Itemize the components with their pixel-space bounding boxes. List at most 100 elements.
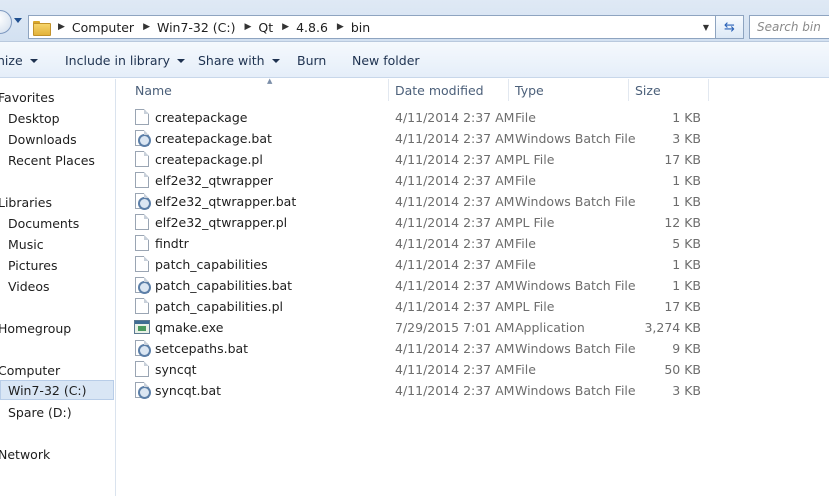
sort-ascending-icon: ▲ xyxy=(267,77,273,85)
file-date: 4/11/2014 2:37 AM xyxy=(395,236,515,251)
table-row[interactable]: patch_capabilities 4/11/2014 2:37 AM File 1… xyxy=(117,254,829,275)
address-bar[interactable]: ▶ Computer ▶ Win7-32 (C:) ▶ Qt ▶ 4.8.6 ▶… xyxy=(28,15,716,39)
share-with-button[interactable]: Share with xyxy=(198,53,280,68)
file-name: elf2e32_qtwrapper.pl xyxy=(155,215,288,230)
file-size: 17 KB xyxy=(664,299,701,314)
file-date: 4/11/2014 2:37 AM xyxy=(395,110,515,125)
file-icon xyxy=(135,214,149,230)
chevron-right-icon[interactable]: ▶ xyxy=(245,22,252,32)
chevron-right-icon[interactable]: ▶ xyxy=(337,22,344,32)
table-row[interactable]: patch_capabilities.bat 4/11/2014 2:37 AM W… xyxy=(117,275,829,296)
application-icon xyxy=(134,320,150,334)
batch-file-icon xyxy=(135,382,151,399)
table-row[interactable]: syncqt.bat 4/11/2014 2:37 AM Windows Batch… xyxy=(117,380,829,401)
burn-button[interactable]: Burn xyxy=(297,53,326,68)
table-row[interactable]: elf2e32_qtwrapper.bat 4/11/2014 2:37 AM Wi… xyxy=(117,191,829,212)
table-row[interactable]: createpackage 4/11/2014 2:37 AM File 1 KB xyxy=(117,107,829,128)
file-date: 4/11/2014 2:37 AM xyxy=(395,341,515,356)
address-history-dropdown-icon[interactable]: ▼ xyxy=(703,23,709,32)
nav-recent-places[interactable]: Recent Places xyxy=(8,150,95,170)
navigation-pane: Favorites Desktop Downloads Recent Place… xyxy=(0,79,116,496)
file-icon xyxy=(135,172,149,188)
file-date: 4/11/2014 2:37 AM xyxy=(395,278,515,293)
refresh-button[interactable]: ⇆ xyxy=(716,15,744,39)
command-bar: nize Include in library Share with Burn … xyxy=(0,42,829,78)
breadcrumb-computer[interactable]: Computer xyxy=(72,20,134,35)
file-size: 3 KB xyxy=(672,383,701,398)
file-date: 4/11/2014 2:37 AM xyxy=(395,362,515,377)
nav-favorites[interactable]: Favorites xyxy=(0,87,54,107)
file-type: File xyxy=(515,110,536,125)
nav-pictures[interactable]: Pictures xyxy=(8,255,58,275)
file-name: setcepaths.bat xyxy=(155,341,249,356)
table-row[interactable]: findtr 4/11/2014 2:37 AM File 5 KB xyxy=(117,233,829,254)
file-date: 4/11/2014 2:37 AM xyxy=(395,194,515,209)
chevron-right-icon[interactable]: ▶ xyxy=(58,22,65,32)
nav-documents[interactable]: Documents xyxy=(8,213,79,233)
file-icon xyxy=(135,361,149,377)
file-name: syncqt.bat xyxy=(155,383,222,398)
table-row[interactable]: elf2e32_qtwrapper 4/11/2014 2:37 AM File 1 … xyxy=(117,170,829,191)
new-folder-button[interactable]: New folder xyxy=(352,53,420,68)
table-row[interactable]: setcepaths.bat 4/11/2014 2:37 AM Windows B… xyxy=(117,338,829,359)
file-size: 1 KB xyxy=(672,173,701,188)
chevron-right-icon[interactable]: ▶ xyxy=(282,22,289,32)
column-header-date[interactable]: Date modified xyxy=(389,79,509,101)
file-icon xyxy=(135,298,149,314)
nav-music[interactable]: Music xyxy=(8,234,44,254)
file-date: 4/11/2014 2:37 AM xyxy=(395,383,515,398)
nav-drive-d[interactable]: Spare (D:) xyxy=(8,402,72,422)
table-row[interactable]: createpackage.pl 4/11/2014 2:37 AM PL File… xyxy=(117,149,829,170)
breadcrumb-version[interactable]: 4.8.6 xyxy=(296,20,328,35)
dropdown-arrow-icon xyxy=(177,58,186,63)
file-size: 1 KB xyxy=(672,257,701,272)
breadcrumb-qt[interactable]: Qt xyxy=(258,20,273,35)
file-type: File xyxy=(515,362,536,377)
include-in-library-button[interactable]: Include in library xyxy=(65,53,186,68)
chevron-right-icon[interactable]: ▶ xyxy=(143,22,150,32)
file-name: qmake.exe xyxy=(155,320,224,335)
file-date: 4/11/2014 2:37 AM xyxy=(395,299,515,314)
address-bar-row: ▶ Computer ▶ Win7-32 (C:) ▶ Qt ▶ 4.8.6 ▶… xyxy=(0,0,829,42)
table-row[interactable]: elf2e32_qtwrapper.pl 4/11/2014 2:37 AM PL … xyxy=(117,212,829,233)
file-type: PL File xyxy=(515,152,555,167)
breadcrumb-drive[interactable]: Win7-32 (C:) xyxy=(157,20,236,35)
file-type: PL File xyxy=(515,299,555,314)
nav-computer[interactable]: Computer xyxy=(0,360,60,380)
file-type: Application xyxy=(515,320,585,335)
recent-pages-dropdown-icon[interactable] xyxy=(14,18,22,23)
nav-desktop[interactable]: Desktop xyxy=(8,108,60,128)
table-row[interactable]: syncqt 4/11/2014 2:37 AM File 50 KB xyxy=(117,359,829,380)
organize-button[interactable]: nize xyxy=(0,53,38,68)
table-row[interactable]: createpackage.bat 4/11/2014 2:37 AM Window… xyxy=(117,128,829,149)
file-name: patch_capabilities.bat xyxy=(155,278,293,293)
breadcrumb-bin[interactable]: bin xyxy=(351,20,370,35)
nav-videos[interactable]: Videos xyxy=(8,276,50,296)
nav-downloads[interactable]: Downloads xyxy=(8,129,77,149)
file-size: 17 KB xyxy=(664,152,701,167)
file-name: elf2e32_qtwrapper xyxy=(155,173,273,188)
file-size: 9 KB xyxy=(672,341,701,356)
column-header-type[interactable]: Type xyxy=(509,79,629,101)
file-name: createpackage.bat xyxy=(155,131,272,146)
search-input[interactable]: Search bin xyxy=(749,15,829,39)
nav-drive-c[interactable]: Win7-32 (C:) xyxy=(0,380,114,400)
column-header-name[interactable]: Name ▲ xyxy=(129,77,389,101)
back-button[interactable] xyxy=(0,10,12,34)
file-list: Name ▲ Date modified Type Size createpac… xyxy=(117,77,829,496)
file-size: 1 KB xyxy=(672,278,701,293)
table-row[interactable]: qmake.exe 7/29/2015 7:01 AM Application 3,2… xyxy=(117,317,829,338)
file-type: File xyxy=(515,173,536,188)
nav-libraries[interactable]: Libraries xyxy=(0,192,52,212)
file-icon xyxy=(135,151,149,167)
nav-homegroup[interactable]: Homegroup xyxy=(0,318,71,338)
file-size: 3,274 KB xyxy=(644,320,701,335)
nav-network[interactable]: Network xyxy=(0,444,50,464)
table-row[interactable]: patch_capabilities.pl 4/11/2014 2:37 AM PL… xyxy=(117,296,829,317)
column-header-size[interactable]: Size xyxy=(629,79,709,101)
file-size: 12 KB xyxy=(664,215,701,230)
batch-file-icon xyxy=(135,193,151,210)
file-name: patch_capabilities xyxy=(155,257,268,272)
file-date: 7/29/2015 7:01 AM xyxy=(395,320,515,335)
file-date: 4/11/2014 2:37 AM xyxy=(395,173,515,188)
